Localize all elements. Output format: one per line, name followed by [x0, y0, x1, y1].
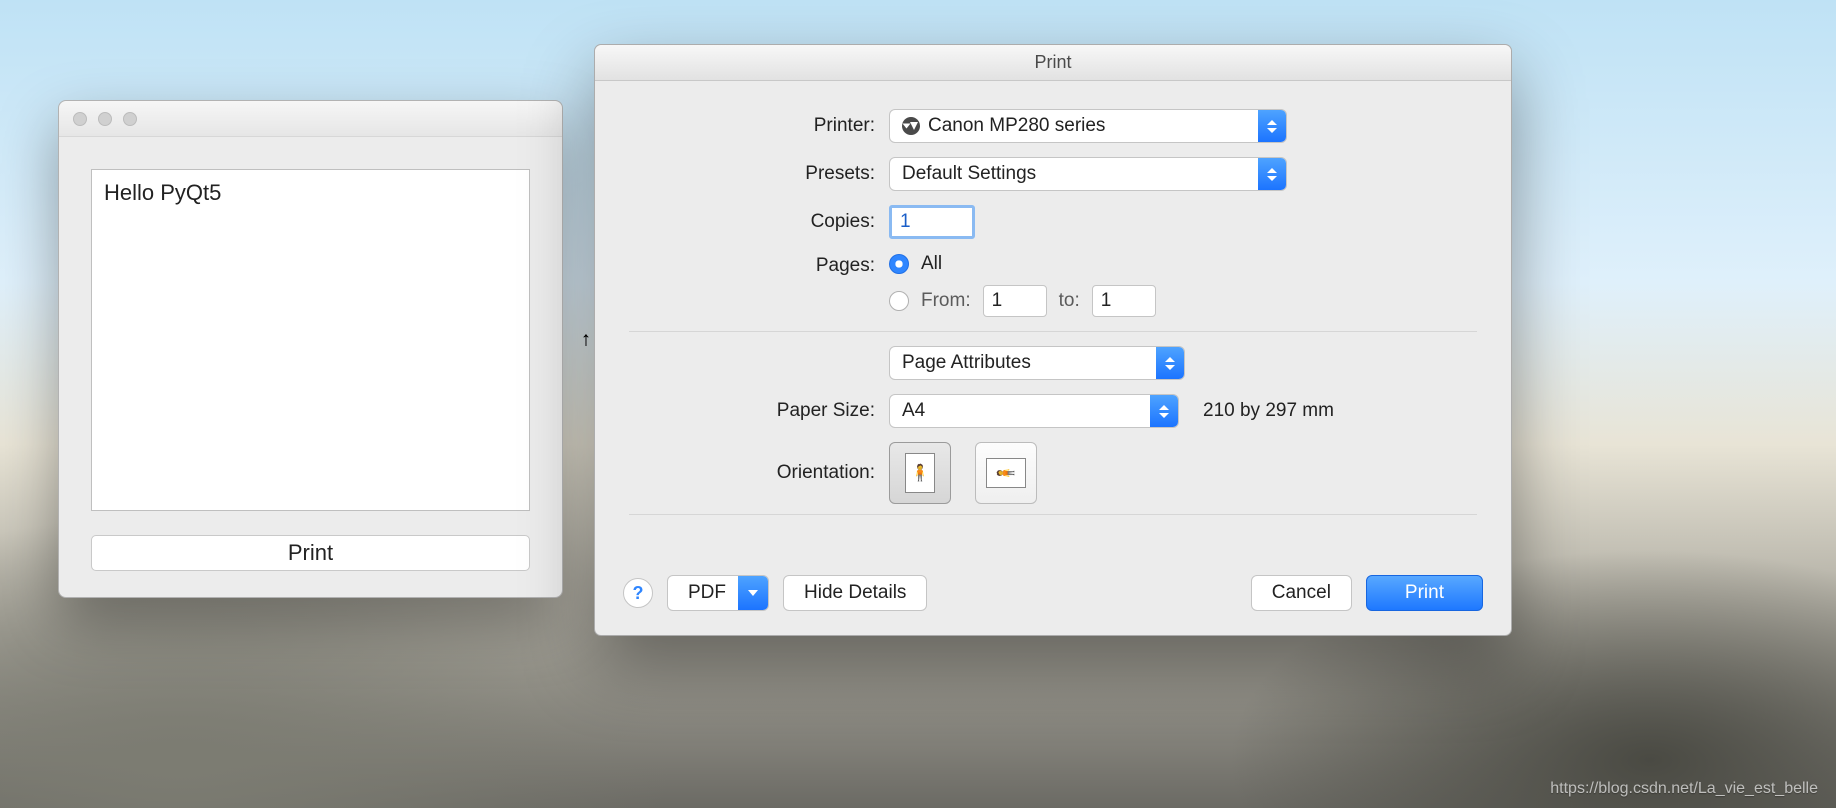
help-button[interactable]: ?	[623, 578, 653, 608]
landscape-icon: 🧍	[986, 458, 1026, 488]
stepper-icon	[1258, 158, 1286, 190]
printer-offline-icon	[902, 117, 920, 135]
print-confirm-label: Print	[1405, 582, 1444, 604]
cancel-button[interactable]: Cancel	[1251, 575, 1352, 611]
presets-label: Presets:	[629, 163, 889, 185]
close-icon[interactable]	[73, 112, 87, 126]
text-editor[interactable]: Hello PyQt5	[91, 169, 530, 511]
orientation-landscape[interactable]: ↑ 🧍	[975, 442, 1037, 504]
chevron-down-icon	[738, 576, 768, 610]
printer-select[interactable]: Canon MP280 series	[889, 109, 1287, 143]
paper-size-selected: A4	[902, 400, 925, 422]
zoom-icon[interactable]	[123, 112, 137, 126]
print-dialog: Print Printer: Canon MP280 series Preset…	[594, 44, 1512, 636]
watermark: https://blog.csdn.net/La_vie_est_belle	[1550, 780, 1818, 798]
stepper-icon	[1258, 110, 1286, 142]
portrait-icon: 🧍	[905, 453, 935, 493]
pages-all-label: All	[921, 253, 942, 275]
pages-all-radio[interactable]	[889, 254, 909, 274]
arrow-up-icon: ↑	[581, 329, 591, 352]
help-icon: ?	[633, 583, 644, 604]
pages-range-radio[interactable]	[889, 291, 909, 311]
dialog-title-text: Print	[1034, 52, 1071, 73]
pages-label: Pages:	[629, 253, 889, 277]
pages-to-label: to:	[1059, 290, 1080, 312]
paper-dimensions: 210 by 297 mm	[1203, 400, 1334, 422]
minimize-icon[interactable]	[98, 112, 112, 126]
stepper-icon	[1150, 395, 1178, 427]
editor-content: Hello PyQt5	[104, 180, 221, 205]
titlebar	[59, 101, 562, 137]
orientation-label: Orientation:	[629, 462, 889, 484]
pyqt-app-window: Hello PyQt5 Print	[58, 100, 563, 598]
cancel-label: Cancel	[1272, 582, 1331, 604]
presets-select[interactable]: Default Settings	[889, 157, 1287, 191]
paper-size-select[interactable]: A4	[889, 394, 1179, 428]
section-selected: Page Attributes	[902, 352, 1031, 374]
pdf-menu-button[interactable]: PDF	[667, 575, 769, 611]
pages-to-input[interactable]	[1092, 285, 1156, 317]
section-select[interactable]: Page Attributes	[889, 346, 1185, 380]
pdf-label: PDF	[688, 582, 726, 604]
pages-from-label: From:	[921, 290, 971, 312]
copies-label: Copies:	[629, 211, 889, 233]
print-button[interactable]: Print	[91, 535, 530, 571]
divider	[629, 331, 1477, 332]
presets-selected: Default Settings	[902, 163, 1036, 185]
paper-size-label: Paper Size:	[629, 400, 889, 422]
printer-label: Printer:	[629, 115, 889, 137]
hide-details-button[interactable]: Hide Details	[783, 575, 927, 611]
dialog-title: Print	[595, 45, 1511, 81]
print-button-label: Print	[288, 540, 333, 566]
stepper-icon	[1156, 347, 1184, 379]
divider	[629, 514, 1477, 515]
copies-input[interactable]	[889, 205, 975, 239]
pages-from-input[interactable]	[983, 285, 1047, 317]
hide-details-label: Hide Details	[804, 582, 906, 604]
print-confirm-button[interactable]: Print	[1366, 575, 1483, 611]
orientation-portrait[interactable]: ↑ 🧍	[889, 442, 951, 504]
printer-selected: Canon MP280 series	[928, 115, 1105, 137]
